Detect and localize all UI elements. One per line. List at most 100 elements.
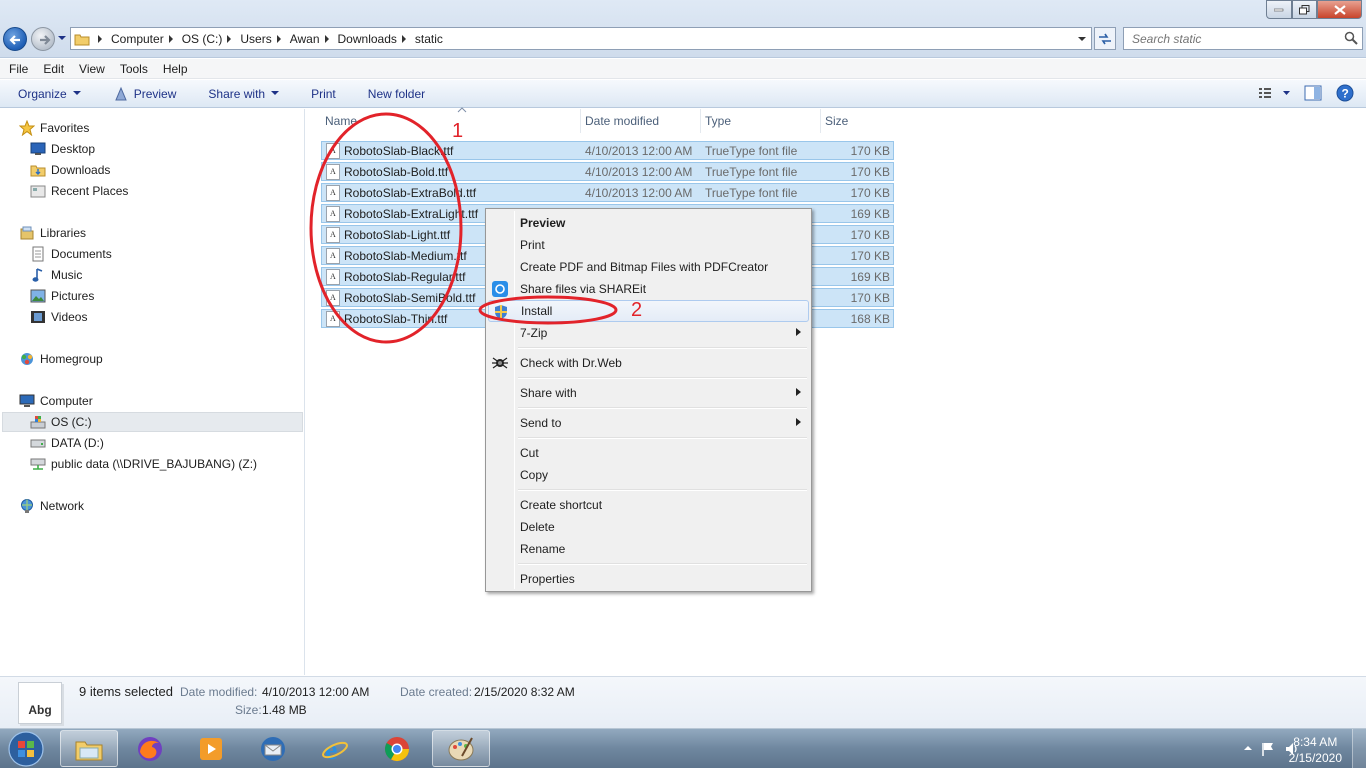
nav-libraries[interactable]: Libraries bbox=[19, 223, 86, 243]
ctx-shareit[interactable]: Share files via SHAREit bbox=[488, 278, 809, 300]
help-icon[interactable]: ? bbox=[1336, 84, 1354, 102]
nav-computer[interactable]: Computer bbox=[19, 391, 93, 411]
search-box[interactable] bbox=[1123, 27, 1363, 50]
nav-pictures[interactable]: Pictures bbox=[30, 286, 94, 306]
ctx-create-shortcut[interactable]: Create shortcut bbox=[488, 494, 809, 516]
ctx-send-to[interactable]: Send to bbox=[488, 412, 809, 434]
share-with-button[interactable]: Share with bbox=[190, 81, 293, 107]
breadcrumb-awan[interactable]: Awan bbox=[286, 28, 320, 49]
breadcrumb-chevron-icon[interactable] bbox=[320, 28, 334, 49]
ctx-drweb[interactable]: Check with Dr.Web bbox=[488, 352, 809, 374]
breadcrumb-chevron-icon[interactable] bbox=[272, 28, 286, 49]
search-input[interactable] bbox=[1124, 28, 1334, 49]
nav-desktop[interactable]: Desktop bbox=[30, 139, 95, 159]
file-row[interactable]: RobotoSlab-ExtraBold.ttf 4/10/2013 12:00 … bbox=[321, 183, 894, 202]
ctx-label: Share with bbox=[520, 386, 577, 400]
change-view-icon[interactable] bbox=[1258, 85, 1290, 101]
column-name[interactable]: Name bbox=[321, 109, 581, 133]
file-name: RobotoSlab-Black.ttf bbox=[344, 143, 454, 158]
close-button[interactable] bbox=[1317, 0, 1362, 19]
font-file-icon bbox=[326, 310, 340, 327]
taskbar-explorer[interactable] bbox=[60, 730, 118, 767]
taskbar-internet-explorer[interactable]: e bbox=[306, 730, 364, 767]
column-date-modified[interactable]: Date modified bbox=[581, 109, 701, 133]
menu-file[interactable]: File bbox=[0, 62, 34, 76]
ctx-create-pdf[interactable]: Create PDF and Bitmap Files with PDFCrea… bbox=[488, 256, 809, 278]
ctx-preview[interactable]: Preview bbox=[488, 212, 809, 234]
ctx-7zip[interactable]: 7-Zip bbox=[488, 322, 809, 344]
recent-pages-dropdown-icon[interactable] bbox=[58, 34, 66, 42]
nav-os-c[interactable]: OS (C:) bbox=[2, 412, 303, 432]
breadcrumb-downloads[interactable]: Downloads bbox=[334, 28, 397, 49]
action-center-flag-icon[interactable] bbox=[1260, 741, 1276, 757]
refresh-button[interactable] bbox=[1094, 27, 1116, 50]
preview-pane-icon[interactable] bbox=[1304, 85, 1322, 101]
taskbar-media-player[interactable] bbox=[182, 730, 240, 767]
organize-button[interactable]: Organize bbox=[0, 81, 95, 107]
column-type[interactable]: Type bbox=[701, 109, 821, 133]
ctx-label: Cut bbox=[520, 446, 539, 460]
ctx-install[interactable]: Install bbox=[488, 300, 809, 322]
menu-help[interactable]: Help bbox=[154, 62, 194, 76]
nav-label: Homegroup bbox=[40, 352, 103, 366]
column-size[interactable]: Size bbox=[821, 109, 901, 133]
ctx-share-with[interactable]: Share with bbox=[488, 382, 809, 404]
ctx-cut[interactable]: Cut bbox=[488, 442, 809, 464]
address-bar[interactable]: Computer OS (C:) Users Awan Downloads st… bbox=[70, 27, 1092, 50]
nav-network[interactable]: Network bbox=[19, 496, 84, 516]
breadcrumb-chevron-icon[interactable] bbox=[164, 28, 178, 49]
clock[interactable]: 8:34 AM 2/15/2020 bbox=[1289, 734, 1342, 766]
nav-data-d[interactable]: DATA (D:) bbox=[30, 433, 104, 453]
ctx-label: Share files via SHAREit bbox=[520, 282, 647, 296]
search-icon[interactable] bbox=[1344, 31, 1358, 45]
ctx-print[interactable]: Print bbox=[488, 234, 809, 256]
minimize-button[interactable] bbox=[1266, 0, 1292, 19]
address-dropdown-icon[interactable] bbox=[1073, 28, 1091, 49]
back-button[interactable] bbox=[3, 27, 27, 51]
nav-videos[interactable]: Videos bbox=[30, 307, 87, 327]
start-button[interactable] bbox=[4, 730, 48, 768]
maximize-button[interactable] bbox=[1292, 0, 1317, 19]
close-icon bbox=[1333, 4, 1346, 15]
menu-edit[interactable]: Edit bbox=[34, 62, 70, 76]
nav-public-data[interactable]: public data (\\DRIVE_BAJUBANG) (Z:) bbox=[30, 454, 257, 474]
show-hidden-icons-icon[interactable] bbox=[1244, 745, 1252, 751]
file-row[interactable]: RobotoSlab-Bold.ttf 4/10/2013 12:00 AM Tru… bbox=[321, 162, 894, 181]
font-file-icon bbox=[326, 163, 340, 180]
nav-downloads[interactable]: Downloads bbox=[30, 160, 110, 180]
submenu-arrow-icon bbox=[796, 418, 801, 426]
ctx-delete[interactable]: Delete bbox=[488, 516, 809, 538]
font-file-icon bbox=[326, 289, 340, 306]
file-size: 170 KB bbox=[850, 185, 890, 200]
ctx-copy[interactable]: Copy bbox=[488, 464, 809, 486]
forward-button[interactable] bbox=[31, 27, 55, 51]
breadcrumb-chevron-icon[interactable] bbox=[93, 28, 107, 49]
breadcrumb-computer[interactable]: Computer bbox=[107, 28, 164, 49]
menu-view[interactable]: View bbox=[70, 62, 111, 76]
nav-documents[interactable]: Documents bbox=[30, 244, 112, 264]
ctx-rename[interactable]: Rename bbox=[488, 538, 809, 560]
nav-homegroup[interactable]: Homegroup bbox=[19, 349, 103, 369]
nav-music[interactable]: Music bbox=[30, 265, 82, 285]
menu-tools[interactable]: Tools bbox=[111, 62, 154, 76]
taskbar-chrome[interactable] bbox=[368, 730, 426, 767]
taskbar-firefox[interactable] bbox=[121, 730, 179, 767]
breadcrumb-chevron-icon[interactable] bbox=[222, 28, 236, 49]
preview-button[interactable]: Preview bbox=[95, 81, 191, 107]
print-button[interactable]: Print bbox=[293, 81, 350, 107]
view-controls: ? bbox=[1258, 84, 1354, 102]
taskbar-thunderbird[interactable] bbox=[244, 730, 302, 767]
breadcrumb-static[interactable]: static bbox=[411, 28, 443, 49]
new-folder-button[interactable]: New folder bbox=[350, 81, 439, 107]
show-desktop-button[interactable] bbox=[1352, 729, 1366, 768]
breadcrumb-users[interactable]: Users bbox=[236, 28, 271, 49]
breadcrumb-os-c[interactable]: OS (C:) bbox=[178, 28, 223, 49]
menu-separator bbox=[518, 347, 807, 349]
ctx-label: Properties bbox=[520, 572, 575, 586]
taskbar-paint[interactable] bbox=[432, 730, 490, 767]
ctx-properties[interactable]: Properties bbox=[488, 568, 809, 590]
file-row[interactable]: RobotoSlab-Black.ttf 4/10/2013 12:00 AM Tr… bbox=[321, 141, 894, 160]
nav-recent-places[interactable]: Recent Places bbox=[30, 181, 128, 201]
breadcrumb-chevron-icon[interactable] bbox=[397, 28, 411, 49]
nav-favorites[interactable]: Favorites bbox=[19, 118, 89, 138]
